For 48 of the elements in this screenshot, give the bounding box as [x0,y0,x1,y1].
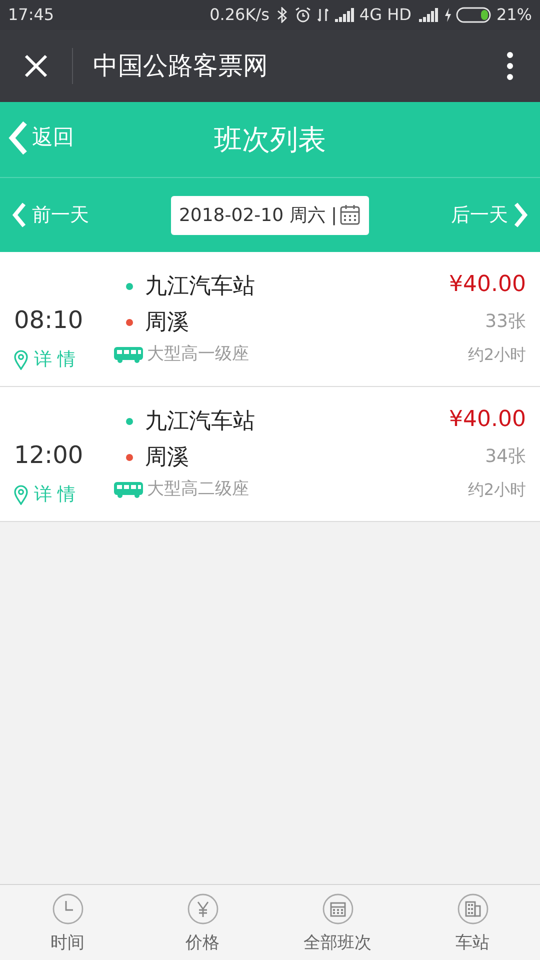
tickets-left: 33张 [485,310,526,334]
alarm-icon [295,7,312,23]
network-speed: 0.26K/s [210,4,270,26]
bus-type: 大型高一级座 [147,343,249,366]
calendar-icon [322,893,354,925]
chevron-left-icon [12,202,26,228]
tickets-left: 34张 [485,445,526,469]
trip-row[interactable]: 08:10 详 情 九江汽车站 周溪 大型高一级座 ¥40.00 33张 约2小时 [0,252,540,387]
bottom-tab[interactable]: 价格 [135,885,270,960]
travel-duration: 约2小时 [468,479,526,501]
bottom-tab[interactable]: 车站 [405,885,540,960]
battery-icon [456,7,492,23]
bus-icon [114,482,143,498]
destination-station: 周溪 [145,308,189,336]
screen-title: 班次列表 [214,122,326,158]
origin-station: 九江汽车站 [145,272,255,300]
departure-time: 12:00 [14,440,84,471]
location-pin-icon [14,484,28,504]
more-icon [507,52,513,80]
clock-icon [52,893,84,925]
location-pin-icon [14,350,28,370]
bus-type: 大型高二级座 [147,478,249,502]
ticket-price: ¥40.00 [449,406,526,434]
calendar-icon [339,204,362,226]
network-type: 4G HD [359,4,412,26]
trip-row[interactable]: 12:00 详 情 九江汽车站 周溪 大型高二级座 ¥40.00 34张 约2小时 [0,387,540,522]
ticket-price: ¥40.00 [449,271,526,299]
date-picker[interactable]: 2018-02-10 周六 | [170,196,370,234]
charging-icon [444,8,452,22]
chevron-right-icon [514,202,528,228]
bus-icon [114,347,143,363]
bottom-tab[interactable]: 全部班次 [270,885,405,960]
status-time: 17:45 [8,4,54,26]
travel-duration: 约2小时 [468,344,526,366]
signal-icon [419,8,438,22]
origin-station: 九江汽车站 [145,408,255,436]
data-arrows-icon [317,7,330,23]
yen-icon [186,893,218,925]
close-icon [24,54,48,78]
building-icon [456,893,488,925]
destination-station: 周溪 [145,444,189,472]
chevron-left-icon [8,120,28,156]
bottom-tab[interactable]: 时间 [0,885,135,960]
battery-percent: 21% [496,4,532,26]
signal-icon [335,8,354,22]
bluetooth-icon [277,7,288,23]
departure-time: 08:10 [14,305,84,336]
page-title: 中国公路客票网 [93,50,269,82]
